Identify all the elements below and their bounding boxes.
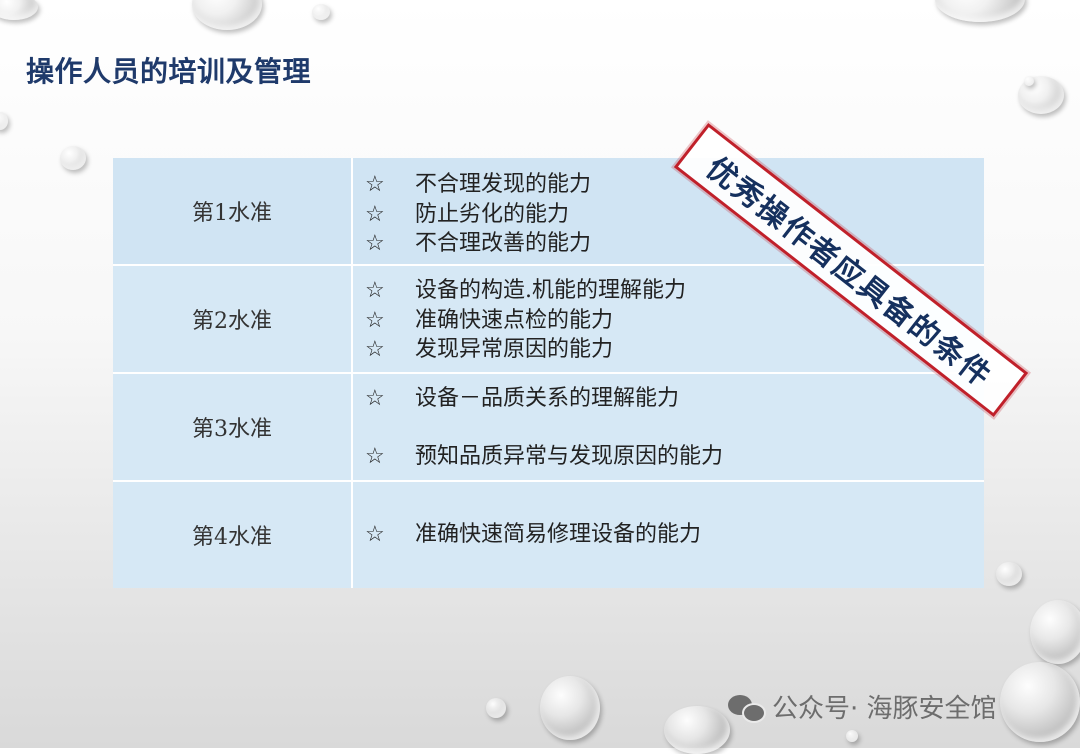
star-icon: ☆ [365, 231, 385, 256]
water-drop-decoration [0, 112, 8, 130]
water-drop-decoration [1030, 600, 1080, 664]
water-drop-decoration [1000, 662, 1080, 742]
watermark: 公众号· 海豚安全馆 [728, 688, 997, 725]
star-icon: ☆ [365, 278, 385, 303]
ability-list: ☆ 不合理发现的能力 ☆ 防止劣化的能力 ☆ 不合理改善的能力 [353, 158, 984, 264]
water-drop-decoration [996, 562, 1022, 586]
water-drop-decoration [312, 4, 330, 20]
star-icon: ☆ [365, 172, 385, 197]
list-item: ☆ 设备的构造.机能的理解能力 [365, 278, 686, 303]
list-item: ☆ 防止劣化的能力 [365, 202, 570, 227]
water-drop-decoration [664, 706, 730, 754]
level-label: 第1水准 [113, 158, 353, 264]
water-drop-decoration [540, 676, 600, 740]
watermark-text: 公众号· 海豚安全馆 [772, 694, 997, 724]
skill-level-table: 第1水准 ☆ 不合理发现的能力 ☆ 防止劣化的能力 ☆ 不合理改善的能力 第2水准 ☆… [113, 158, 984, 588]
water-drop-decoration [486, 698, 506, 718]
list-item: ☆ 不合理改善的能力 [365, 231, 592, 256]
star-icon: ☆ [365, 308, 385, 333]
list-item: ☆ 不合理发现的能力 [365, 172, 592, 197]
level-label: 第3水准 [113, 374, 353, 480]
water-drop-decoration [0, 0, 38, 20]
star-icon: ☆ [365, 337, 385, 362]
list-item: ☆ 设备－品质关系的理解能力 [365, 386, 680, 411]
ability-list: ☆ 准确快速简易修理设备的能力 [353, 482, 984, 588]
list-item: ☆ 预知品质异常与发现原因的能力 [365, 444, 724, 469]
water-drop-decoration [935, 0, 1025, 22]
water-drop-decoration [60, 146, 86, 170]
water-drop-decoration [192, 0, 262, 30]
list-item: ☆ 准确快速点检的能力 [365, 308, 614, 333]
water-drop-decoration [846, 730, 858, 742]
table-row: 第4水准 ☆ 准确快速简易修理设备的能力 [113, 482, 984, 588]
water-drop-decoration [1024, 76, 1034, 86]
table-row: 第3水准 ☆ 设备－品质关系的理解能力 ☆ 预知品质异常与发现原因的能力 [113, 374, 984, 482]
star-icon: ☆ [365, 386, 385, 411]
star-icon: ☆ [365, 202, 385, 227]
list-item: ☆ 准确快速简易修理设备的能力 [365, 522, 702, 547]
star-icon: ☆ [365, 444, 385, 469]
star-icon: ☆ [365, 522, 385, 547]
level-label: 第2水准 [113, 266, 353, 372]
ability-list: ☆ 设备－品质关系的理解能力 ☆ 预知品质异常与发现原因的能力 [353, 374, 984, 480]
wechat-icon [728, 693, 766, 723]
page-title: 操作人员的培训及管理 [26, 55, 312, 88]
level-label: 第4水准 [113, 482, 353, 588]
list-item: ☆ 发现异常原因的能力 [365, 337, 614, 362]
